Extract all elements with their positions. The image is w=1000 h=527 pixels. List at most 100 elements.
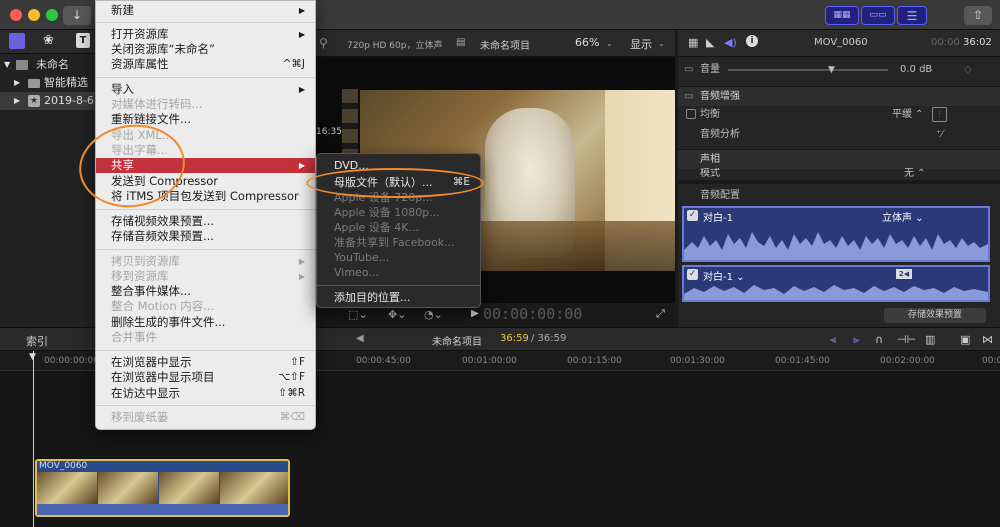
volume-slider[interactable] [728,69,888,71]
panel-divider[interactable] [678,180,1000,184]
analysis-row: 音频分析 ⁺⁄ [678,125,1000,145]
menu-item-save-video-preset[interactable]: 存储视频效果预置... [96,214,315,229]
back-icon[interactable]: ◀ [356,333,364,344]
library-item-smart[interactable]: ▶ 智能精选 [0,74,95,92]
inspector-time: 36:02 [963,37,992,48]
timeline-clip[interactable]: MOV_0060 [35,459,290,517]
audio-track-1[interactable]: ✓ 对白-1 立体声 ⌄ [682,206,990,262]
color-icon[interactable]: ◣ [706,36,714,49]
menu-item-consolidate-motion: 整合 Motion 内容... [111,299,215,313]
eq-popup[interactable]: 平缓 ⌃ [892,105,924,125]
timeline-toggle-icon[interactable]: ▭▭ [861,6,895,25]
library-item-event[interactable]: ▶ ★ 2019-8-6 [0,92,95,110]
shortcut-label: ⇧⌘R [278,387,305,399]
display-menu[interactable]: 显示 [630,36,652,52]
submenu-arrow-icon: ▶ [298,6,305,15]
zoom-window-button[interactable] [46,9,58,21]
fullscreen-icon[interactable]: ⤢ [656,307,665,321]
browser-partial-time: 16:35 [316,127,342,137]
disclosure-right-icon[interactable]: ▶ [14,74,20,92]
menu-item-reveal-finder[interactable]: 在访达中显示 ⇧⌘R [96,386,315,401]
viewer-format: 720p HD 60p，立体声 [347,41,443,51]
submenu-arrow-icon: ▶ [298,161,305,170]
menu-item-close-library[interactable]: 关闭资源库“未命名” [96,42,315,57]
menu-item-reveal-project[interactable]: 在浏览器中显示项目 ⌥⇧F [96,370,315,385]
titles-icon[interactable]: T [76,33,90,48]
slider-knob-icon[interactable]: ▼ [828,60,835,80]
ruler-tick: 00:01:45:00 [775,356,830,366]
zoom-menu[interactable]: 66% [575,36,599,49]
menu-item-delete-generated[interactable]: 删除生成的事件文件... [96,315,315,330]
clip-name: MOV_0060 [39,461,88,471]
clip-thumbnail [159,472,219,504]
film-icon[interactable]: ▦ [688,36,698,49]
menu-item-consolidate-media[interactable]: 整合事件媒体... [96,284,315,299]
magic-wand-icon[interactable]: ⁺⁄ [936,125,943,145]
track-checkbox[interactable]: ✓ [687,269,698,280]
ruler-tick: 00:02:15:00 [982,356,1000,366]
menu-item-library-properties[interactable]: 资源库属性 ^⌘J [96,57,315,72]
save-preset-button[interactable]: 存储效果预置 [884,308,986,323]
submenu-arrow-icon: ▶ [298,272,305,281]
enhance-section[interactable]: ▭ 音频增强 [678,86,1000,106]
index-button[interactable]: 索引 [26,333,48,349]
audio-track-2[interactable]: ✓ 对白-1 ⌄ 2◀ [682,265,990,302]
track-checkbox[interactable]: ✓ [687,210,698,221]
transitions-browser-icon[interactable]: ⋈ [982,333,993,346]
track-mode-popup[interactable]: 立体声 ⌄ [882,209,924,224]
clip-thumbnail [37,472,97,504]
share-item-add-destination[interactable]: 添加目的位置... [317,290,480,305]
chevron-down-icon[interactable]: ⌄ [606,39,613,48]
menu-item-reveal-in-browser[interactable]: 在浏览器中显示 ⇧F [96,355,315,370]
menu-item-move-to-trash: 移到废纸篓 ⌘⌫ [111,410,305,424]
clip-appearance-icon[interactable]: ▥ [925,333,935,346]
info-icon[interactable]: i [746,35,758,47]
browser-toggle-icon[interactable]: ▦▦ [825,6,859,25]
playhead[interactable] [33,351,34,527]
track-name: 对白-1 [703,213,733,224]
clapper-icon[interactable] [9,33,25,49]
ruler-tick: 00:00:00:00 [44,356,99,366]
snapping-icon[interactable]: ⊣⊢ [897,333,916,346]
skimming-icon[interactable]: ⫷ [830,333,836,347]
library-root-label: 未命名 [36,58,69,71]
headphones-icon[interactable]: ∩ [875,333,883,346]
photos-icon[interactable]: ❀ [43,33,54,48]
play-icon[interactable]: ▶ [471,308,479,319]
playhead-marker-icon[interactable]: ▼ [29,352,36,362]
minimize-window-button[interactable] [28,9,40,21]
disclosure-right-icon[interactable]: ▶ [14,92,20,110]
chevron-down-icon[interactable]: ⌄ [658,39,665,48]
transform-icon[interactable]: ⬚⌄ [348,308,368,321]
channels-label: 声相 [700,154,720,165]
inspector-toggle-icon[interactable]: ☰ [897,6,927,25]
eq-checkbox[interactable] [686,109,696,119]
submenu-arrow-icon: ▶ [298,30,305,39]
share-icon[interactable]: ⇧ [964,6,992,25]
viewer-project-name: 未命名项目 [480,41,530,52]
keyframe-icon[interactable]: ◇ [964,60,972,80]
mode-popup[interactable]: 无 ⌃ [904,168,926,178]
track-name[interactable]: 对白-1 ⌄ [703,268,745,283]
close-window-button[interactable] [10,9,22,21]
search-icon[interactable]: ⚲ [319,36,328,50]
menu-item-new[interactable]: 新建 ▶ [96,3,315,18]
enhance-icon[interactable]: ✥⌄ [388,308,406,321]
file-menu: 新建 ▶ 打开资源库 ▶ 关闭资源库“未命名” 资源库属性 ^⌘J 导入 ▶ 对媒体进行… [95,0,316,430]
library-root-row[interactable]: ▼ 未命名 [0,56,95,74]
speed-icon[interactable]: ◔⌄ [424,308,443,321]
effects-browser-icon[interactable]: ▣ [960,333,970,346]
menu-item-save-audio-preset[interactable]: 存储音频效果预置... [96,229,315,244]
menu-item-open-library[interactable]: 打开资源库 ▶ [96,27,315,42]
timecode-display[interactable]: 00:00:00:00 [483,305,582,323]
disclosure-down-icon[interactable]: ▼ [4,56,10,74]
import-download-icon[interactable]: ↓ [63,6,91,25]
menu-item-import[interactable]: 导入 ▶ [96,82,315,97]
audio-speaker-icon[interactable]: ◀) [724,36,737,49]
audio-skimming-icon[interactable]: ⫸ [853,333,859,347]
eq-graph-icon[interactable]: ⫶ [932,107,947,122]
volume-value[interactable]: 0.0 dB [900,60,932,80]
channels-section[interactable]: 声相 [678,149,1000,169]
share-item-youtube: YouTube... [334,251,390,264]
eq-label: 均衡 [700,109,720,120]
